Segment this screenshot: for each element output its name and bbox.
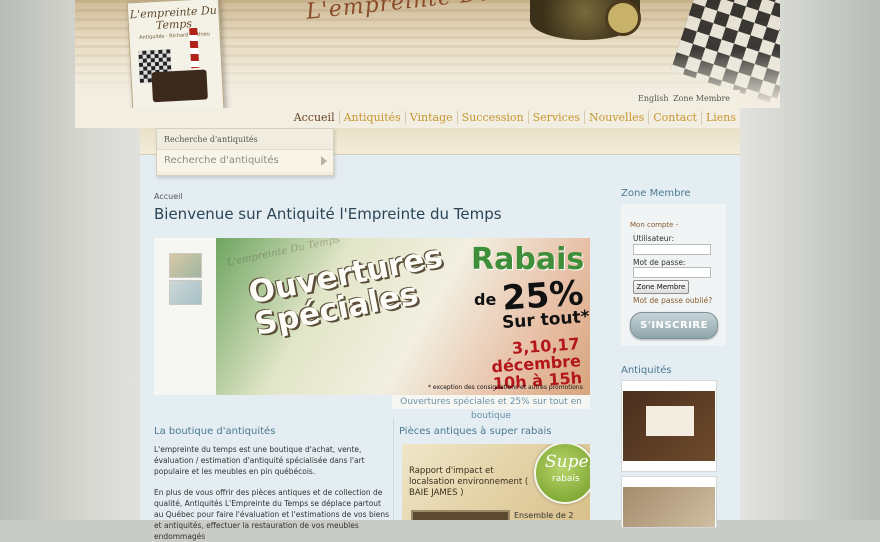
account-heading: Mon compte - bbox=[630, 221, 679, 229]
breadcrumb[interactable]: Accueil bbox=[154, 192, 183, 201]
badge-text-super: Super bbox=[545, 452, 590, 472]
book-cover-image: L'empreinte Du Temps Antiquités · Richar… bbox=[126, 0, 226, 108]
compass-image bbox=[605, 0, 641, 36]
banner-caption[interactable]: Ouvertures spéciales et 25% sur tout en … bbox=[392, 395, 590, 421]
search-submit-icon[interactable] bbox=[321, 156, 327, 166]
boutique-title: La boutique d'antiquités bbox=[154, 426, 276, 437]
main-navigation: Accueil Antiquités Vintage Succession Se… bbox=[290, 111, 740, 124]
register-button[interactable]: S'INSCRIRE bbox=[630, 312, 718, 339]
book-title: L'empreinte Du Temps bbox=[129, 3, 218, 32]
search-panel: Recherche d'antiquités Recherche d'antiq… bbox=[156, 128, 334, 176]
antiques-title: Antiquités bbox=[621, 365, 672, 376]
antique-item-image[interactable] bbox=[623, 391, 715, 461]
antique-item-card[interactable] bbox=[621, 380, 717, 472]
nav-succession[interactable]: Succession bbox=[456, 111, 528, 124]
boutique-paragraph-1: L'empreinte du temps est une boutique d'… bbox=[154, 445, 365, 476]
radio-icon bbox=[151, 69, 208, 103]
slideshow-thumbnail[interactable] bbox=[169, 280, 202, 305]
super-rabais-badge: Super rabais bbox=[534, 444, 590, 504]
promo-item-title[interactable]: Rapport d'impact et localsation environn… bbox=[409, 466, 534, 499]
banner-de: de bbox=[474, 290, 497, 309]
nav-accueil[interactable]: Accueil bbox=[290, 111, 339, 124]
password-input[interactable] bbox=[633, 267, 711, 278]
banner-rabais: Rabais bbox=[471, 242, 585, 277]
antique-item-card[interactable] bbox=[621, 476, 717, 528]
nav-services[interactable]: Services bbox=[527, 111, 584, 124]
forgot-password-link[interactable]: Mot de passe oublié? bbox=[633, 296, 712, 305]
promo-item-label[interactable]: Ensemble de 2 bbox=[514, 511, 573, 520]
promo-item-thumbnail[interactable] bbox=[411, 510, 510, 520]
search-placeholder: Recherche d'antiquités bbox=[164, 155, 279, 166]
nav-vintage[interactable]: Vintage bbox=[404, 111, 457, 124]
username-label: Utilisateur: bbox=[633, 234, 674, 243]
document-image bbox=[646, 406, 694, 436]
antique-item-image[interactable] bbox=[623, 487, 715, 527]
search-label: Recherche d'antiquités bbox=[164, 135, 258, 144]
slideshow-thumbnail[interactable] bbox=[169, 253, 202, 278]
search-input[interactable]: Recherche d'antiquités bbox=[157, 149, 333, 172]
super-rabais-title: Pièces antiques à super rabais bbox=[399, 426, 552, 437]
member-zone-title: Zone Membre bbox=[621, 188, 691, 199]
password-label: Mot de passe: bbox=[633, 258, 686, 267]
boutique-paragraph-2: En plus de vous offrir des pièces antiqu… bbox=[154, 488, 390, 541]
badge-text-rabais: rabais bbox=[552, 474, 580, 484]
super-rabais-promo[interactable]: Rapport d'impact et localsation environn… bbox=[402, 444, 590, 520]
nav-antiquites[interactable]: Antiquités bbox=[338, 111, 405, 124]
language-link[interactable]: English bbox=[638, 94, 669, 103]
member-zone-link[interactable]: Zone Membre bbox=[673, 94, 730, 103]
nav-liens[interactable]: Liens bbox=[700, 111, 740, 124]
nav-nouvelles[interactable]: Nouvelles bbox=[584, 111, 648, 124]
username-input[interactable] bbox=[633, 244, 711, 255]
promo-banner[interactable]: L'empreinte Du Temps Ouvertures Spéciale… bbox=[216, 238, 590, 395]
banner-footnote: * exception des consignations et autres … bbox=[428, 384, 583, 391]
login-button[interactable]: Zone Membre bbox=[633, 280, 689, 294]
nav-contact[interactable]: Contact bbox=[648, 111, 701, 124]
column-divider bbox=[393, 418, 394, 520]
page-title: Bienvenue sur Antiquité l'Empreinte du T… bbox=[154, 205, 502, 223]
